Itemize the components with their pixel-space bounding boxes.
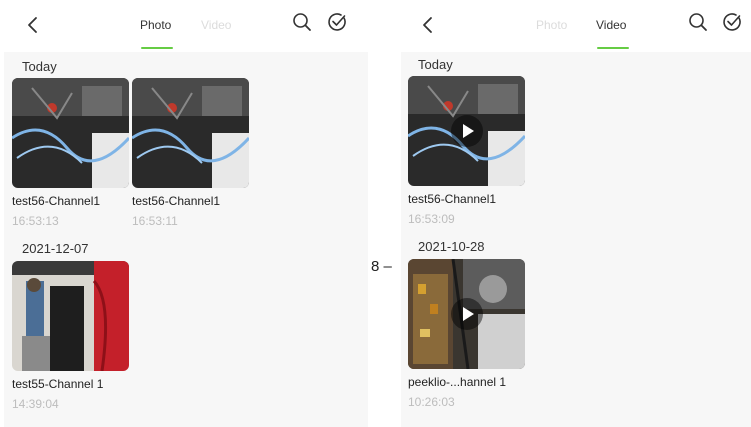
date-header: Today bbox=[418, 57, 453, 72]
date-header: 2021-12-07 bbox=[22, 241, 89, 256]
clip-time: 10:26:03 bbox=[408, 395, 455, 409]
tab-photo[interactable]: Photo bbox=[536, 18, 567, 32]
clip-time: 16:53:11 bbox=[132, 214, 178, 228]
clip-time: 16:53:13 bbox=[12, 214, 59, 228]
clip-time: 16:53:09 bbox=[408, 212, 455, 226]
photo-screen: Photo Video Today test56-Channel1 16:53:… bbox=[4, 0, 368, 427]
chevron-left-icon[interactable] bbox=[22, 14, 44, 36]
clip-time: 14:39:04 bbox=[12, 397, 59, 411]
photo-thumbnail[interactable] bbox=[12, 78, 129, 188]
check-circle-icon[interactable] bbox=[326, 11, 348, 33]
date-header: Today bbox=[22, 59, 57, 74]
active-tab-indicator bbox=[141, 47, 173, 49]
play-icon[interactable] bbox=[450, 114, 484, 148]
tab-photo[interactable]: Photo bbox=[140, 18, 171, 32]
chevron-left-icon[interactable] bbox=[417, 14, 439, 36]
date-header: 2021-10-28 bbox=[418, 239, 485, 254]
clip-name: test56-Channel1 bbox=[132, 194, 221, 208]
top-bar: Photo Video bbox=[4, 0, 368, 52]
photo-thumbnail[interactable] bbox=[132, 78, 249, 188]
annotation-label: 8 – bbox=[371, 258, 392, 275]
clip-name: test55-Channel 1 bbox=[12, 377, 104, 391]
video-thumbnail[interactable] bbox=[408, 76, 525, 186]
photo-thumbnail[interactable] bbox=[12, 261, 129, 371]
clip-name: test56-Channel1 bbox=[408, 192, 497, 206]
video-thumbnail[interactable] bbox=[408, 259, 525, 369]
clip-name: test56-Channel1 bbox=[12, 194, 101, 208]
search-icon[interactable] bbox=[687, 11, 709, 33]
video-screen: Photo Video Today test56-Channel1 16:53:… bbox=[401, 0, 751, 427]
play-icon[interactable] bbox=[450, 297, 484, 331]
tab-video[interactable]: Video bbox=[596, 18, 626, 32]
active-tab-indicator bbox=[597, 47, 629, 49]
clip-name: peeklio-...hannel 1 bbox=[408, 375, 507, 389]
top-bar: Photo Video bbox=[401, 0, 751, 52]
search-icon[interactable] bbox=[291, 11, 313, 33]
check-circle-icon[interactable] bbox=[721, 11, 743, 33]
tab-video[interactable]: Video bbox=[201, 18, 231, 32]
